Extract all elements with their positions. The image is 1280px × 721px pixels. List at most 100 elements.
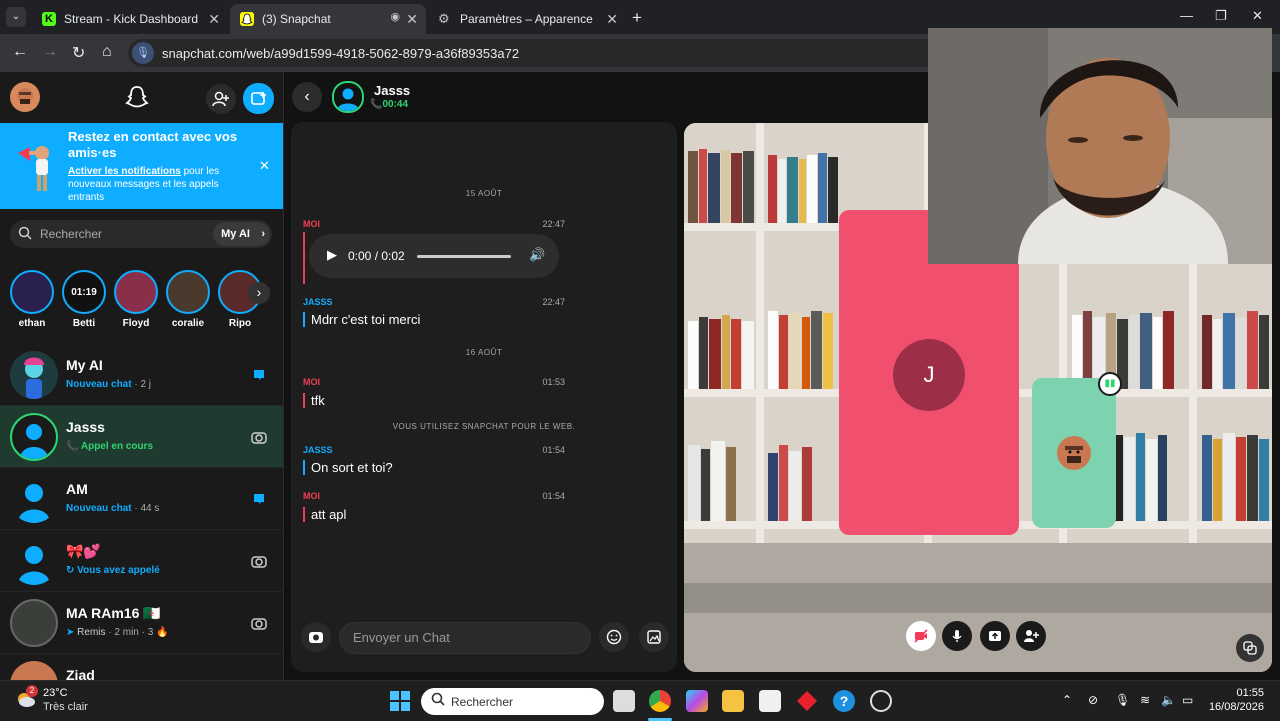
new-tab-button[interactable]: + [632, 8, 642, 28]
story-avatar [114, 270, 158, 314]
microphone-button[interactable] [942, 621, 972, 651]
add-participant-button[interactable] [1016, 621, 1046, 651]
chat-status: Nouveau chat · 2 j [66, 379, 152, 390]
tab-kick-dashboard[interactable]: K Stream - Kick Dashboard ✕ [32, 4, 228, 34]
emoji-button[interactable] [599, 622, 629, 652]
chat-input[interactable]: Envoyer un Chat [339, 622, 591, 654]
copilot-icon[interactable] [686, 690, 708, 712]
story-betti[interactable]: 01:19 Betti [60, 270, 108, 329]
camera-icon[interactable] [250, 428, 268, 446]
windows-taskbar: 2 23°C Très clair Rechercher ? ⌃ ⊘ 🎙 ≋ 🔈… [0, 680, 1280, 721]
volume-tray-icon[interactable]: 🔈 [1161, 693, 1176, 707]
search-input[interactable]: Rechercher My AI › [10, 220, 272, 248]
chrome-icon[interactable] [649, 690, 671, 712]
file-explorer-icon[interactable] [722, 690, 744, 712]
sticker-button[interactable] [639, 622, 669, 652]
url-field[interactable]: 🎙 snapchat.com/web/a99d1599-4918-5062-89… [128, 39, 968, 67]
chat-name: 🎀💕 [66, 543, 101, 559]
microsoft-store-icon[interactable] [759, 690, 781, 712]
chat-row-ziad[interactable]: Ziad [0, 654, 283, 680]
close-tab-icon[interactable]: ✕ [606, 11, 618, 28]
show-hidden-icons-chevron-icon[interactable]: ⌃ [1062, 693, 1072, 707]
camera-icon[interactable] [250, 552, 268, 570]
snapchat-ghost-icon[interactable] [121, 82, 153, 114]
story-ethan[interactable]: ethan [8, 270, 56, 329]
clock-time[interactable]: 01:55 [1210, 687, 1264, 699]
tab-settings-appearance[interactable]: ⚙ Paramètres – Apparence ✕ [428, 4, 626, 34]
audio-player[interactable]: ▶ 0:00 / 0:02 🔊 [309, 234, 559, 278]
app-red-diamond-icon[interactable] [796, 690, 818, 712]
chat-row-bows[interactable]: 🎀💕 ↻ Vous avez appelé [0, 530, 283, 592]
volume-icon[interactable]: 🔊 [529, 247, 545, 263]
close-tab-icon[interactable]: ✕ [406, 11, 418, 28]
camera-button[interactable] [301, 622, 331, 652]
unread-chat-icon [250, 366, 268, 384]
share-screen-button[interactable] [980, 621, 1010, 651]
forward-arrow-icon[interactable]: → [42, 43, 58, 61]
avatar [10, 475, 58, 523]
close-window-icon[interactable]: ✕ [1252, 8, 1263, 24]
weather-text: Très clair [43, 701, 88, 713]
obs-icon[interactable] [870, 690, 892, 712]
profile-avatar[interactable] [10, 82, 40, 112]
new-chat-button[interactable] [243, 83, 274, 114]
chat-row-my-ai[interactable]: My AI Nouveau chat · 2 j [0, 344, 283, 406]
self-video-tile[interactable]: ▮▮ [1032, 372, 1122, 528]
audio-progress-track[interactable] [417, 255, 511, 258]
close-tab-icon[interactable]: ✕ [208, 11, 220, 28]
message-time: 01:54 [542, 445, 565, 455]
play-icon[interactable]: ▶ [327, 247, 337, 263]
task-view-icon[interactable] [613, 690, 635, 712]
enable-notifications-link[interactable]: Activer les notifications [68, 166, 181, 177]
chat-row-am[interactable]: AM Nouveau chat · 44 s [0, 468, 283, 530]
back-chevron-icon[interactable]: ‹ [292, 82, 322, 112]
help-icon[interactable]: ? [833, 690, 855, 712]
tab-title: (3) Snapchat [262, 12, 331, 26]
tab-search-chevron-icon[interactable]: ⌄ [6, 7, 26, 27]
chat-row-ma-ram16[interactable]: MA RAm16 🇩🇿 ➤ Remis · 2 min · 3 🔥 [0, 592, 283, 654]
wifi-icon[interactable]: ≋ [1140, 693, 1150, 707]
snapchat-favicon-icon [240, 12, 254, 26]
message-time: 22:47 [542, 297, 565, 307]
avatar [10, 351, 58, 399]
home-icon[interactable]: ⌂ [102, 43, 112, 61]
search-icon [18, 226, 32, 243]
camera-off-button[interactable] [906, 621, 936, 651]
battery-icon[interactable]: ▭ [1182, 693, 1193, 707]
stories-next-chevron-icon[interactable]: › [248, 282, 270, 304]
camera-icon[interactable] [250, 614, 268, 632]
chat-header: ‹ Jasss 📞00:44 [285, 72, 935, 122]
weather-badge: 2 [26, 685, 38, 697]
story-avatar [10, 270, 54, 314]
weather-temp: 23°C [43, 687, 68, 699]
message-composer: Envoyer un Chat [301, 622, 671, 654]
add-friend-button[interactable] [206, 84, 236, 114]
chat-name: MA RAm16 🇩🇿 [66, 605, 161, 621]
expand-fullscreen-button[interactable] [1236, 634, 1264, 662]
weather-icon[interactable]: 2 [14, 685, 38, 711]
clock-date[interactable]: 16/08/2026 [1204, 701, 1264, 713]
story-name: Betti [72, 318, 96, 329]
microphone-tray-icon[interactable]: 🎙 [1115, 693, 1130, 707]
chat-row-jasss[interactable]: Jasss 📞 Appel en cours [0, 406, 283, 468]
story-floyd[interactable]: Floyd [112, 270, 160, 329]
day-separator: 16 AOÛT [465, 348, 503, 357]
maximize-icon[interactable]: ❐ [1215, 8, 1227, 24]
banner-text: Activer les notifications pour les nouve… [68, 165, 238, 204]
close-banner-icon[interactable]: ✕ [259, 158, 270, 174]
call-timer: 📞00:44 [370, 99, 409, 110]
my-ai-button[interactable]: My AI › [213, 222, 270, 246]
chat-name: My AI [66, 357, 103, 373]
minimize-icon[interactable]: — [1180, 8, 1193, 23]
windows-start-icon[interactable] [389, 690, 411, 712]
tab-snapchat[interactable]: (3) Snapchat ◉ ✕ [230, 4, 426, 34]
reload-icon[interactable]: ↻ [72, 43, 85, 63]
message-bar [303, 232, 305, 284]
taskbar-search-input[interactable]: Rechercher [421, 688, 604, 715]
story-coralie[interactable]: coralie [164, 270, 212, 329]
contact-avatar[interactable] [332, 81, 364, 113]
back-arrow-icon[interactable]: ← [12, 43, 28, 61]
microphone-permission-icon[interactable]: 🎙 [132, 42, 154, 64]
network-off-icon[interactable]: ⊘ [1088, 693, 1098, 707]
recording-indicator-icon: ◉ [390, 11, 400, 23]
